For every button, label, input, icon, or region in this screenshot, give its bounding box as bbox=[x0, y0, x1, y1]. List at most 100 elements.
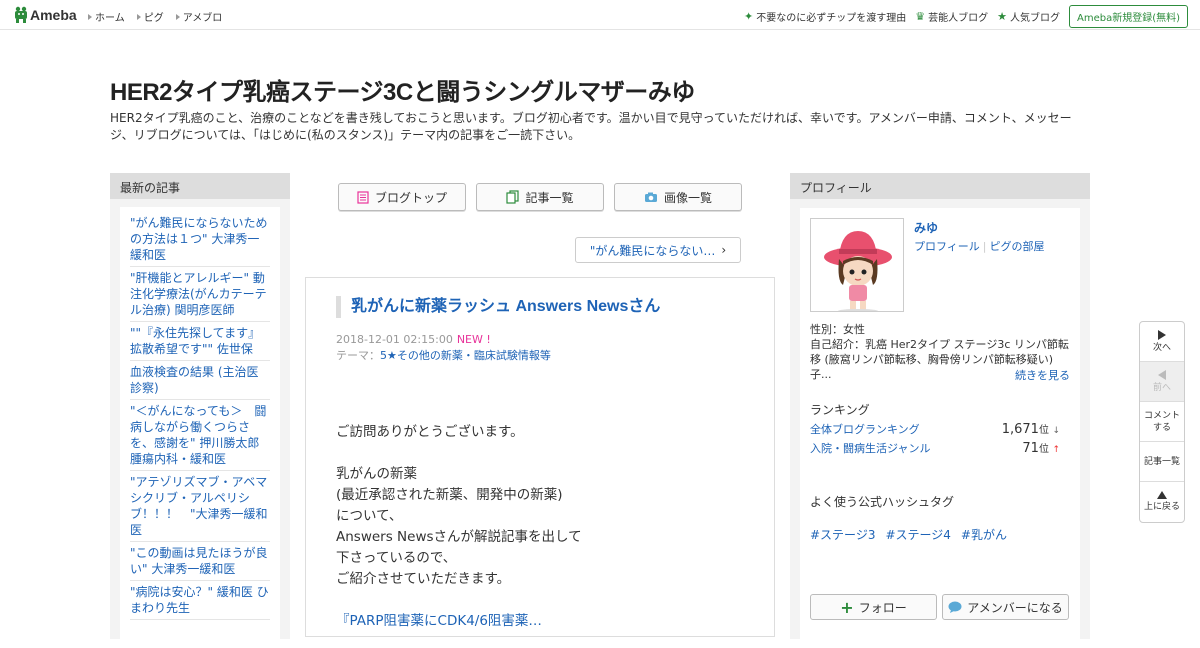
profile-gender: 性別：女性 bbox=[810, 323, 865, 336]
nav-label: ピグ bbox=[143, 13, 164, 24]
pigg-room-link[interactable]: ピグの部屋 bbox=[990, 240, 1045, 253]
article-title[interactable]: 乳がんに新薬ラッシュ Answers Newsさん bbox=[336, 296, 660, 318]
blog-title[interactable]: HER2タイプ乳癌ステージ3Cと闘うシングルマザーみゆ bbox=[110, 72, 695, 107]
link-celebrity-blog[interactable]: ♛ 芸能人ブログ bbox=[915, 9, 988, 24]
ranking-value: 1,671 bbox=[1001, 422, 1039, 437]
link-label: 人気ブログ bbox=[1009, 13, 1060, 24]
next-article-link[interactable]: "がん難民にならない… › bbox=[575, 237, 741, 263]
profile-name[interactable]: みゆ bbox=[914, 219, 938, 236]
floatnav-label: 次へ bbox=[1152, 342, 1171, 353]
latest-article-link[interactable]: "この動画は見たほうが良い" 大津秀一緩和医 bbox=[130, 542, 270, 581]
triangle-icon bbox=[175, 13, 180, 20]
floatnav-label: コメントする bbox=[1144, 410, 1181, 433]
hashtag-link[interactable]: #ステージ3 bbox=[810, 526, 875, 543]
latest-article-link[interactable]: ""『永住先探してます』拡散希望です"" 佐世保 bbox=[130, 322, 270, 361]
hashtag-heading: よく使う公式ハッシュタグ bbox=[810, 495, 955, 509]
nav-home[interactable]: ホーム bbox=[88, 9, 125, 24]
profile-sidebar: プロフィール みゆ プロフィール | ピグの部屋 性別：女性 自己紹介：乳癌 H… bbox=[790, 173, 1090, 648]
ameba-logo[interactable]: Ameba bbox=[14, 6, 77, 23]
nav-ameblo[interactable]: アメブロ bbox=[175, 9, 222, 24]
copy-icon bbox=[506, 190, 520, 204]
sparkle-icon: ✦ bbox=[744, 10, 754, 23]
latest-articles-box: "がん難民にならないための方法は１つ" 大津秀一緩和医 "肝機能とアレルギー" … bbox=[110, 199, 290, 647]
ranking-row: 全体ブログランキング 1,671位 ↓ bbox=[810, 421, 1060, 437]
floatnav-label: 前へ bbox=[1152, 382, 1171, 393]
latest-article-link[interactable]: "がん難民にならないための方法は１つ" 大津秀一緩和医 bbox=[130, 212, 270, 267]
body-line bbox=[336, 443, 582, 464]
article-date: 2018-12-01 02:15:00 bbox=[336, 333, 453, 346]
ranking-unit: 位 bbox=[1038, 444, 1049, 455]
link-popular-blog[interactable]: ★ 人気ブログ bbox=[997, 9, 1060, 24]
ameba-logo-icon bbox=[15, 6, 27, 23]
article-body: ご訪問ありがとうございます。 乳がんの新薬 (最近承認された新薬、開発中の新薬)… bbox=[336, 422, 582, 632]
latest-article-link[interactable]: "肝機能とアレルギー" 動注化学療法(がんカテーテル治療) 関明彦医師 bbox=[130, 267, 270, 322]
body-line: 乳がんの新薬 bbox=[336, 466, 417, 482]
latest-article-link[interactable]: "＜がんになっても＞ 闘病しながら働くつらさを、感謝を" 押川勝太郎 腫瘍内科・… bbox=[130, 400, 270, 471]
plus-icon: + bbox=[840, 597, 854, 617]
ranking-value: 71 bbox=[1022, 441, 1039, 456]
hashtag-link[interactable]: #乳がん bbox=[961, 526, 1007, 543]
follow-button[interactable]: + フォロー bbox=[810, 594, 937, 620]
blog-top-button[interactable]: ブログトップ bbox=[338, 183, 466, 211]
top-nav: ホーム ピグ アメブロ bbox=[88, 9, 222, 24]
star-icon: ★ bbox=[997, 10, 1007, 23]
body-line: ご紹介させていただきます。 bbox=[336, 571, 511, 587]
external-article-link[interactable]: 『PARP阻害薬にCDK4/6阻害薬… bbox=[336, 611, 582, 632]
amember-button[interactable]: アメンバーになる bbox=[942, 594, 1069, 620]
arrow-up-icon bbox=[1157, 491, 1167, 499]
comment-button[interactable]: コメントする bbox=[1140, 402, 1184, 442]
next-article-button[interactable]: 次へ bbox=[1140, 322, 1184, 362]
latest-article-link[interactable]: "アテゾリズマブ・アベマシクリブ・アルペリシブ！！！ "大津秀一緩和医 bbox=[130, 471, 270, 542]
profile-link[interactable]: プロフィール bbox=[914, 240, 980, 253]
floating-nav: 次へ 前へ コメントする 記事一覧 上に戻る bbox=[1139, 321, 1185, 523]
back-to-top-button[interactable]: 上に戻る bbox=[1140, 482, 1184, 522]
hashtag-link[interactable]: #ステージ4 bbox=[885, 526, 950, 543]
avatar[interactable] bbox=[810, 218, 904, 312]
read-more-link[interactable]: 続きを見る bbox=[1015, 367, 1070, 383]
crown-icon: ♛ bbox=[915, 10, 926, 23]
latest-article-link[interactable]: 血液検査の結果 (主治医診察) bbox=[130, 361, 270, 400]
profile-links: プロフィール | ピグの部屋 bbox=[914, 238, 1045, 254]
floatnav-label: 上に戻る bbox=[1143, 502, 1180, 512]
latest-articles-sidebar: 最新の記事 "がん難民にならないための方法は１つ" 大津秀一緩和医 "肝機能とア… bbox=[110, 173, 290, 647]
blog-nav-buttons: ブログトップ 記事一覧 画像一覧 bbox=[338, 183, 742, 211]
triangle-icon bbox=[88, 13, 92, 20]
image-list-button[interactable]: 画像一覧 bbox=[614, 183, 742, 211]
amember-label: アメンバーになる bbox=[967, 600, 1063, 615]
latest-articles-list: "がん難民にならないための方法は１つ" 大津秀一緩和医 "肝機能とアレルギー" … bbox=[120, 207, 280, 647]
article: 乳がんに新薬ラッシュ Answers Newsさん 2018-12-01 02:… bbox=[305, 277, 775, 637]
top-bar: Ameba ホーム ピグ アメブロ ✦ 不要なのに必ずチップを渡す理由 ♛ 芸能人ブ… bbox=[0, 0, 1200, 30]
profile-box: みゆ プロフィール | ピグの部屋 性別：女性 自己紹介：乳癌 Her2タイプ ステ… bbox=[790, 199, 1090, 648]
ranking-heading: ランキング bbox=[810, 403, 870, 417]
body-line: 下さっているので、 bbox=[336, 550, 457, 566]
hashtag-list: #ステージ3 #ステージ4 #乳がん bbox=[810, 526, 1007, 543]
body-line: Answers Newsさんが解説記事を出して bbox=[336, 529, 582, 545]
latest-articles-heading: 最新の記事 bbox=[110, 173, 290, 199]
theme-label: テーマ： bbox=[336, 349, 380, 362]
prev-article-button[interactable]: 前へ bbox=[1140, 362, 1184, 402]
triangle-icon bbox=[136, 13, 141, 20]
article-theme-link[interactable]: 5★その他の新薬・臨床試験情報等 bbox=[380, 349, 551, 362]
nav-pigg[interactable]: ピグ bbox=[136, 9, 164, 24]
document-icon bbox=[357, 190, 369, 204]
article-list-float-button[interactable]: 記事一覧 bbox=[1140, 442, 1184, 482]
blog-description: HER2タイプ乳癌のこと、治療のことなどを書き残しておこうと思います。ブログ初心… bbox=[110, 111, 1072, 142]
top-right-links: ✦ 不要なのに必ずチップを渡す理由 ♛ 芸能人ブログ ★ 人気ブログ Ameba新規登… bbox=[744, 5, 1188, 28]
link-tip-reason[interactable]: ✦ 不要なのに必ずチップを渡す理由 bbox=[744, 9, 906, 24]
ranking-label[interactable]: 全体ブログランキング bbox=[810, 421, 920, 437]
signup-button[interactable]: Ameba新規登録(無料) bbox=[1068, 5, 1188, 28]
profile-card: みゆ プロフィール | ピグの部屋 性別：女性 自己紹介：乳癌 Her2タイプ ステ… bbox=[800, 208, 1080, 648]
follow-label: フォロー bbox=[858, 600, 907, 615]
camera-icon bbox=[644, 192, 657, 202]
button-label: 記事一覧 bbox=[525, 190, 574, 205]
body-line: (最近承認された新薬、開発中の新薬) bbox=[336, 487, 563, 503]
link-label: 不要なのに必ずチップを渡す理由 bbox=[756, 13, 907, 24]
arrow-right-icon bbox=[1158, 329, 1166, 340]
logo-text: Ameba bbox=[30, 6, 77, 23]
ranking-label[interactable]: 入院・闘病生活ジャンル bbox=[810, 440, 930, 456]
button-label: 画像一覧 bbox=[663, 190, 712, 205]
ranking-unit: 位 bbox=[1038, 425, 1049, 436]
article-list-button[interactable]: 記事一覧 bbox=[476, 183, 604, 211]
body-line: について、 bbox=[336, 508, 403, 524]
latest-article-link[interactable]: "病院は安心？" 緩和医 ひまわり先生 bbox=[130, 581, 270, 620]
